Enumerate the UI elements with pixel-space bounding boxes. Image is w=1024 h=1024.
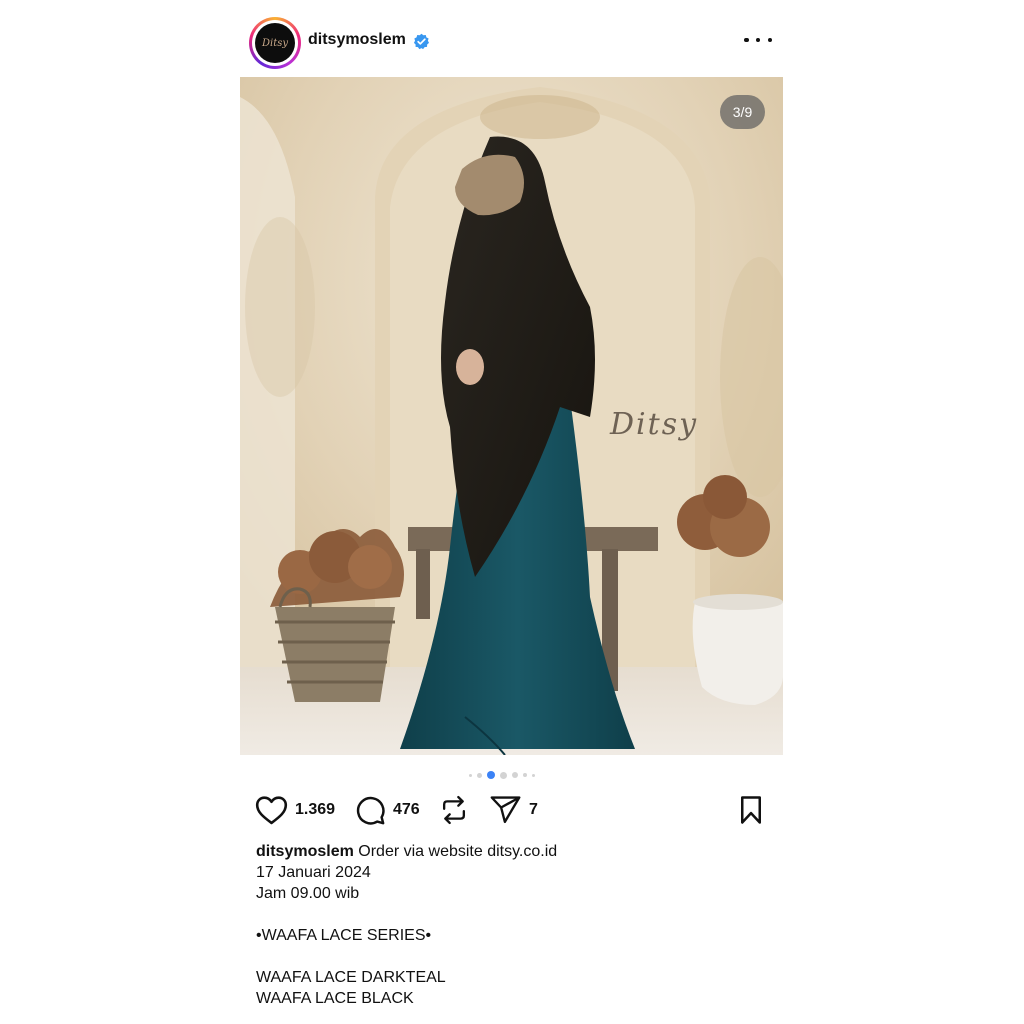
caption-line: WAAFA LACE BLACK [256,990,414,1007]
post-caption: ditsymoslem Order via website ditsy.co.i… [256,841,776,1009]
comments-count[interactable]: 476 [393,801,420,819]
carousel-dot [469,773,472,777]
like-button[interactable]: 1.369 [255,792,335,828]
action-bar: 1.369 476 7 [255,792,768,828]
shares-count[interactable]: 7 [529,801,538,819]
caption-username[interactable]: ditsymoslem [256,843,354,860]
caption-line: WAAFA LACE DARKTEAL [256,969,446,986]
caption-line: 17 Januari 2024 [256,864,371,881]
carousel-dot [523,773,527,777]
caption-line: •WAAFA LACE SERIES• [256,927,432,944]
carousel-dot [532,773,535,777]
caption-first-line: ditsymoslem Order via website ditsy.co.i… [256,841,776,862]
verified-badge-icon [413,33,430,50]
heart-icon [255,796,288,825]
carousel-dot-active [487,771,495,779]
comment-icon [356,796,385,825]
share-icon [490,796,521,824]
more-options-button[interactable] [744,30,772,50]
carousel-dot [512,772,518,778]
more-horizontal-icon [744,37,749,43]
username-link[interactable]: ditsymoslem [308,31,406,49]
bookmark-icon [741,796,761,824]
save-button[interactable] [737,792,765,828]
caption-text: Order via website ditsy.co.id [358,843,558,860]
carousel-indicator [469,771,535,779]
likes-count[interactable]: 1.369 [295,801,335,819]
image-watermark: Ditsy [610,407,699,442]
post-photo-illustration [240,77,783,755]
repost-button[interactable] [439,792,469,828]
avatar[interactable]: Ditsy [249,17,301,69]
repost-icon [442,795,466,825]
carousel-dot [477,772,482,778]
post-header: Ditsy ditsymoslem [248,16,778,69]
comment-button[interactable]: 476 [355,792,420,828]
caption-line: Jam 09.00 wib [256,885,360,902]
share-button[interactable]: 7 [489,792,538,828]
post-image[interactable]: 3/9 Ditsy [240,77,783,755]
avatar-logo: Ditsy [261,37,288,49]
carousel-dot [500,771,507,779]
slide-counter: 3/9 [720,95,765,129]
